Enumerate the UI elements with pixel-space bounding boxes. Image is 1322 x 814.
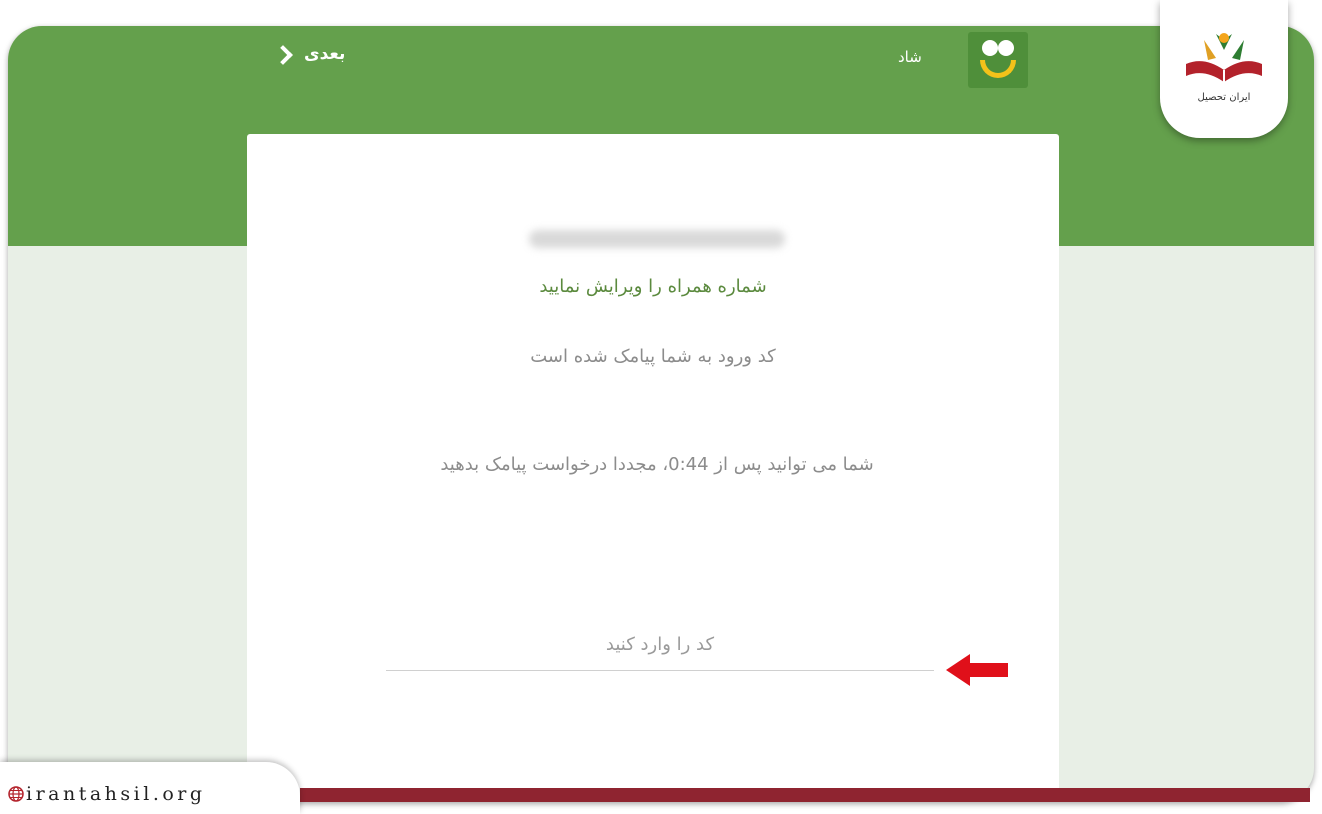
- next-button-label: بعدی: [304, 44, 346, 64]
- red-arrow-icon: [946, 654, 1008, 686]
- edit-phone-link[interactable]: شماره همراه را ویرایش نمایید: [247, 276, 1059, 297]
- site-url-badge: irantahsil.org: [0, 762, 300, 814]
- sms-sent-message: کد ورود به شما پیامک شده است: [530, 346, 776, 367]
- resend-countdown-message: شما می توانید پس از 0:44، مجددا درخواست …: [440, 454, 874, 475]
- verification-card: شماره همراه را ویرایش نمایید کد ورود به …: [247, 134, 1059, 802]
- app-name: شاد: [898, 48, 922, 66]
- book-logo-icon: [1186, 33, 1262, 82]
- shad-logo-icon: [968, 32, 1028, 88]
- brand-name: ایران تحصیل: [1197, 92, 1251, 103]
- redacted-phone-number: [529, 230, 785, 248]
- brand-logo-badge: ایران تحصیل: [1160, 0, 1288, 138]
- bottom-brand-bar: [300, 788, 1310, 802]
- site-url: irantahsil.org: [26, 783, 206, 805]
- chevron-left-icon: [273, 45, 293, 65]
- globe-icon: [8, 786, 24, 802]
- verification-code-input[interactable]: [386, 618, 934, 671]
- next-button[interactable]: بعدی: [273, 44, 346, 65]
- app-window: بعدی شاد شماره همراه را ویرایش نمایید کد…: [8, 26, 1314, 802]
